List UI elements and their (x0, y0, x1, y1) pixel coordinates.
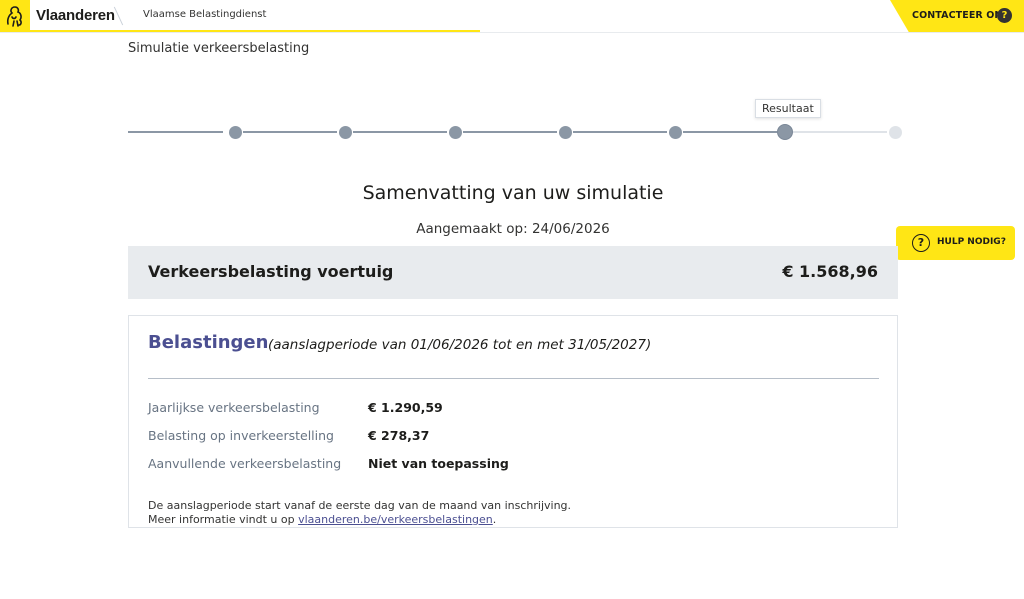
tax-row-value: € 1.290,59 (368, 400, 443, 415)
step-4[interactable] (558, 126, 572, 139)
step-5[interactable] (668, 126, 682, 139)
total-amount: € 1.568,96 (782, 262, 878, 281)
site-header: Vlaanderen Vlaamse Belastingdienst CONTA… (0, 0, 1024, 33)
taxes-card: Belastingen (aanslagperiode van 01/06/20… (128, 315, 898, 528)
contact-button[interactable]: CONTACTEER ONS ? (890, 0, 1024, 32)
period-note-line1: De aanslagperiode start vanaf de eerste … (148, 499, 572, 512)
help-button-label: HULP NODIG? (937, 237, 1006, 247)
step-tooltip: Resultaat (755, 99, 821, 118)
step-3[interactable] (448, 126, 462, 139)
progress-stepper: Resultaat (128, 99, 902, 146)
taxes-divider (148, 378, 879, 379)
step-connector (683, 131, 777, 133)
tax-row-label: Jaarlijkse verkeersbelasting (148, 400, 320, 415)
lion-icon (6, 6, 22, 27)
total-label: Verkeersbelasting voertuig (148, 262, 394, 281)
tax-row-label: Belasting op inverkeerstelling (148, 428, 334, 443)
tax-row: Aanvullende verkeersbelasting Niet van t… (148, 456, 848, 472)
tax-row-value: € 278,37 (368, 428, 430, 443)
step-connector (128, 131, 223, 133)
step-connector (243, 131, 337, 133)
created-date: Aangemaakt op: 24/06/2026 (416, 221, 610, 237)
page-title: Simulatie verkeersbelasting (128, 41, 310, 56)
step-connector (573, 131, 667, 133)
step-1[interactable] (228, 126, 242, 139)
host-name[interactable]: Vlaamse Belastingdienst (143, 9, 266, 20)
brand-name[interactable]: Vlaanderen (36, 7, 115, 24)
step-connector (793, 131, 887, 133)
brand-divider (113, 6, 124, 26)
step-connector (353, 131, 447, 133)
logo[interactable] (0, 0, 30, 32)
tax-row: Jaarlijkse verkeersbelasting € 1.290,59 (148, 400, 848, 416)
summary-title: Samenvatting van uw simulatie (362, 182, 664, 204)
info-link[interactable]: vlaanderen.be/verkeersbelastingen (298, 513, 493, 526)
step-2[interactable] (338, 126, 352, 139)
period-note-prefix: Meer informatie vindt u op (148, 513, 299, 526)
tax-row: Belasting op inverkeerstelling € 278,37 (148, 428, 848, 444)
contact-button-label: CONTACTEER ONS (912, 10, 1010, 21)
taxes-title: Belastingen (148, 332, 269, 353)
step-7 (888, 126, 902, 139)
tax-row-label: Aanvullende verkeersbelasting (148, 456, 342, 471)
question-icon: ? (997, 8, 1012, 23)
step-6[interactable] (777, 124, 793, 140)
total-summary-bar: Verkeersbelasting voertuig € 1.568,96 (128, 246, 898, 299)
period-note: De aanslagperiode start vanaf de eerste … (148, 499, 571, 527)
period-note-line2: Meer informatie vindt u op vlaanderen.be… (148, 513, 571, 527)
period-note-suffix: . (492, 513, 497, 526)
question-icon: ? (912, 234, 930, 252)
header-divider (0, 32, 1024, 33)
taxes-period: (aanslagperiode van 01/06/2026 tot en me… (268, 337, 652, 353)
help-button[interactable]: ? HULP NODIG? (896, 226, 1015, 260)
tax-row-value: Niet van toepassing (368, 456, 509, 471)
step-connector (463, 131, 557, 133)
